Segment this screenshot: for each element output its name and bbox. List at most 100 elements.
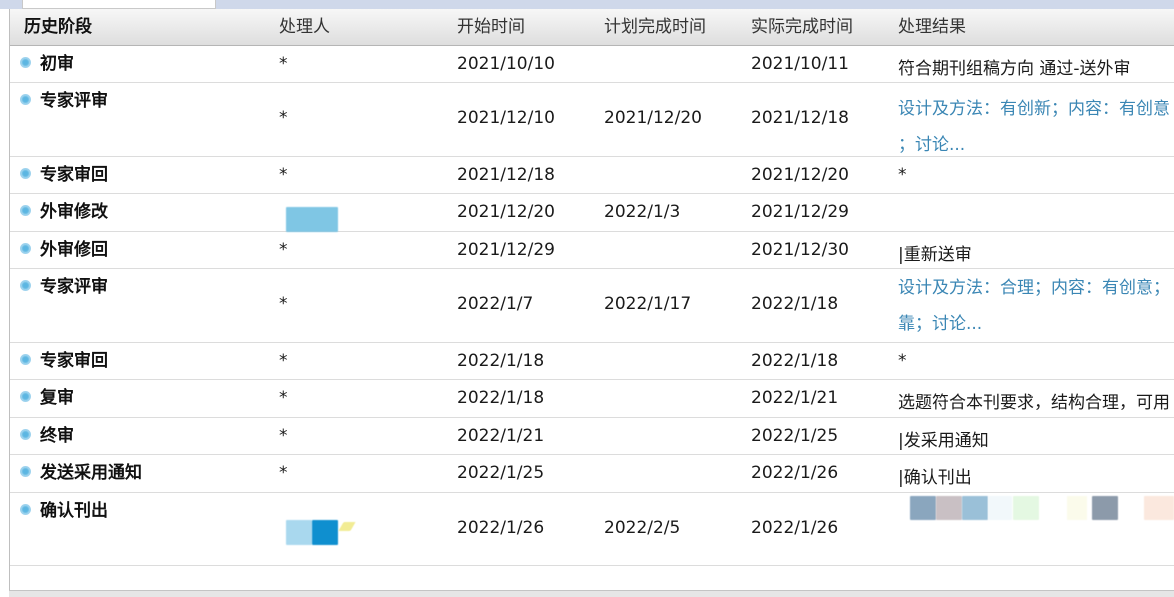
- stage-label: 复审: [40, 388, 74, 408]
- stage-cell: 专家评审: [20, 269, 108, 306]
- stage-label: 专家审回: [40, 351, 108, 371]
- stage-cell: 发送采用通知: [20, 455, 142, 492]
- stage-label: 外审修回: [40, 240, 108, 260]
- stage-label: 初审: [40, 54, 74, 74]
- stage-cell: 外审修回: [20, 232, 108, 269]
- handler-cell: *: [279, 388, 288, 408]
- handler-cell: *: [279, 426, 288, 446]
- actual-cell: 2022/1/25: [751, 426, 839, 446]
- result-cell: |重新送审: [898, 245, 972, 265]
- result-cell: |确认刊出: [898, 468, 972, 488]
- tab-stub[interactable]: [22, 0, 216, 9]
- redacted-handler-image: [286, 207, 338, 232]
- start-cell: 2021/12/10: [457, 108, 555, 128]
- table-row: 专家审回 * 2021/12/18 2021/12/20 *: [10, 157, 1174, 194]
- table-header: 历史阶段 处理人 开始时间 计划完成时间 实际完成时间 处理结果: [10, 9, 1174, 46]
- table-row: 专家评审 * 2021/12/10 2021/12/20 2021/12/18 …: [10, 83, 1174, 157]
- stage-cell: 复审: [20, 380, 74, 417]
- stage-label: 发送采用通知: [40, 463, 142, 483]
- start-cell: 2022/1/25: [457, 463, 545, 483]
- start-cell: 2022/1/21: [457, 426, 545, 446]
- start-cell: 2021/12/20: [457, 202, 555, 222]
- circle-bullet-icon: [20, 466, 31, 477]
- actual-cell: 2021/12/20: [751, 165, 849, 185]
- circle-bullet-icon: [20, 504, 31, 515]
- handler-cell: *: [279, 351, 288, 371]
- stage-label: 专家评审: [40, 277, 108, 297]
- result-cell: *: [898, 165, 907, 185]
- start-cell: 2022/1/18: [457, 388, 545, 408]
- start-cell: 2021/12/18: [457, 165, 555, 185]
- circle-bullet-icon: [20, 57, 31, 68]
- circle-bullet-icon: [20, 205, 31, 216]
- redacted-handler-image: [338, 522, 356, 531]
- start-cell: 2022/1/26: [457, 518, 545, 538]
- actual-cell: 2022/1/18: [751, 294, 839, 314]
- actual-cell: 2021/12/29: [751, 202, 849, 222]
- table-row: 终审 * 2022/1/21 2022/1/25 |发采用通知: [10, 418, 1174, 455]
- circle-bullet-icon: [20, 94, 31, 105]
- stage-cell: 专家评审: [20, 83, 108, 120]
- stage-cell: 终审: [20, 418, 74, 455]
- planned-cell: 2022/1/3: [604, 202, 681, 222]
- header-start-time: 开始时间: [457, 17, 525, 37]
- header-actual-time: 实际完成时间: [751, 17, 853, 37]
- handler-cell: *: [279, 294, 288, 314]
- circle-bullet-icon: [20, 168, 31, 179]
- redacted-handler-image: [286, 520, 312, 545]
- header-result: 处理结果: [898, 17, 966, 37]
- start-cell: 2022/1/7: [457, 294, 534, 314]
- header-stage: 历史阶段: [24, 17, 92, 37]
- result-link[interactable]: 设计及方法：有创新；内容：有创意 ；讨论...: [898, 91, 1170, 163]
- stage-cell: 外审修改: [20, 194, 108, 231]
- table-row: 外审修回 * 2021/12/29 2021/12/30 |重新送审: [10, 232, 1174, 269]
- stage-cell: 初审: [20, 46, 74, 83]
- result-link[interactable]: 设计及方法：合理；内容：有创意； 靠；讨论...: [898, 270, 1170, 342]
- actual-cell: 2021/12/30: [751, 240, 849, 260]
- result-cell: 选题符合本刊要求，结构合理，可用: [898, 393, 1170, 413]
- actual-cell: 2022/1/26: [751, 518, 839, 538]
- circle-bullet-icon: [20, 391, 31, 402]
- actual-cell: 2022/1/26: [751, 463, 839, 483]
- handler-cell: *: [279, 54, 288, 74]
- actual-cell: 2022/1/21: [751, 388, 839, 408]
- stage-label: 终审: [40, 426, 74, 446]
- header-planned-time: 计划完成时间: [604, 17, 706, 37]
- handler-cell: *: [279, 165, 288, 185]
- actual-cell: 2022/1/18: [751, 351, 839, 371]
- actual-cell: 2021/12/18: [751, 108, 849, 128]
- header-handler: 处理人: [279, 17, 330, 37]
- table-row: 外审修改 2021/12/20 2022/1/3 2021/12/29: [10, 194, 1174, 232]
- stage-label: 专家评审: [40, 91, 108, 111]
- circle-bullet-icon: [20, 354, 31, 365]
- stage-label: 专家审回: [40, 165, 108, 185]
- table-row: 初审 * 2021/10/10 2021/10/11 符合期刊组稿方向 通过-送…: [10, 46, 1174, 83]
- table-row: 专家评审 * 2022/1/7 2022/1/17 2022/1/18 设计及方…: [10, 269, 1174, 343]
- actual-cell: 2021/10/11: [751, 54, 849, 74]
- result-cell: |发采用通知: [898, 431, 989, 451]
- result-line: 设计及方法：有创新；内容：有创意: [898, 99, 1170, 119]
- start-cell: 2022/1/18: [457, 351, 545, 371]
- handler-cell: *: [279, 463, 288, 483]
- handler-cell: *: [279, 108, 288, 128]
- result-line: 靠；讨论...: [898, 314, 983, 334]
- planned-cell: 2022/1/17: [604, 294, 692, 314]
- circle-bullet-icon: [20, 280, 31, 291]
- circle-bullet-icon: [20, 429, 31, 440]
- result-cell: 符合期刊组稿方向 通过-送外审: [898, 59, 1131, 79]
- start-cell: 2021/12/29: [457, 240, 555, 260]
- table-row: 确认刊出 2022/1/26 2022/2/5 2022/1/26: [10, 493, 1174, 566]
- circle-bullet-icon: [20, 243, 31, 254]
- stage-label: 确认刊出: [40, 501, 108, 521]
- result-cell: *: [898, 351, 907, 371]
- redacted-handler-image: [312, 520, 338, 545]
- result-line: 设计及方法：合理；内容：有创意；: [898, 278, 1170, 298]
- planned-cell: 2022/2/5: [604, 518, 681, 538]
- table-row: 复审 * 2022/1/18 2022/1/21 选题符合本刊要求，结构合理，可…: [10, 380, 1174, 418]
- start-cell: 2021/10/10: [457, 54, 555, 74]
- table-row: 发送采用通知 * 2022/1/25 2022/1/26 |确认刊出: [10, 455, 1174, 493]
- handler-cell: *: [279, 240, 288, 260]
- table-row: 专家审回 * 2022/1/18 2022/1/18 *: [10, 343, 1174, 380]
- top-tab-strip: [0, 0, 1174, 9]
- stage-cell: 专家审回: [20, 157, 108, 194]
